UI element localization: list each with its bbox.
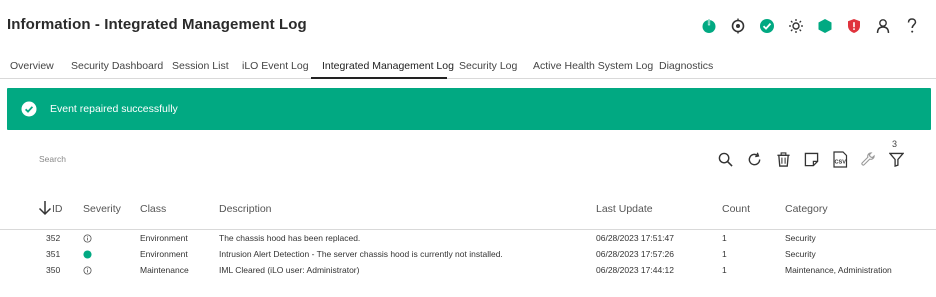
page-header: Information - Integrated Management Log [0, 0, 936, 52]
cell-description: The chassis hood has been replaced. [219, 233, 361, 243]
tab-session-list[interactable]: Session List [172, 60, 229, 72]
hexagon-status-icon[interactable] [811, 14, 839, 38]
banner-message: Event repaired successfully [50, 103, 178, 115]
cell-description: IML Cleared (iLO user: Administrator) [219, 265, 360, 275]
power-icon[interactable] [695, 14, 723, 38]
cell-class: Maintenance [140, 265, 189, 275]
success-banner: Event repaired successfully [7, 88, 931, 130]
severity-informational-icon [83, 234, 92, 243]
column-header-class[interactable]: Class [140, 203, 166, 215]
note-icon[interactable] [802, 150, 820, 168]
tab-bar: Overview Security Dashboard Session List… [0, 53, 936, 79]
search-icon[interactable] [716, 150, 734, 168]
table-row[interactable]: 351 Environment Intrusion Alert Detectio… [0, 247, 936, 263]
tab-overview[interactable]: Overview [10, 60, 54, 72]
cell-count: 1 [722, 233, 727, 243]
cell-id: 352 [46, 233, 61, 243]
brightness-icon[interactable] [782, 14, 810, 38]
cell-category: Security [785, 233, 816, 243]
cell-id: 350 [46, 265, 61, 275]
help-icon[interactable] [898, 14, 926, 38]
page-title: Information - Integrated Management Log [7, 16, 307, 33]
uid-icon[interactable] [724, 14, 752, 38]
repair-wrench-icon[interactable] [859, 150, 877, 168]
cell-description: Intrusion Alert Detection - The server c… [219, 249, 503, 259]
tab-security-log[interactable]: Security Log [459, 60, 517, 72]
severity-informational-icon [83, 266, 92, 275]
cell-class: Environment [140, 233, 188, 243]
column-header-last-update[interactable]: Last Update [596, 203, 653, 215]
user-icon[interactable] [869, 14, 897, 38]
column-header-severity[interactable]: Severity [83, 203, 121, 215]
csv-export-icon[interactable]: CSV [831, 150, 849, 168]
cell-last-update: 06/28/2023 17:44:12 [596, 265, 674, 275]
column-header-count[interactable]: Count [722, 203, 750, 215]
health-ok-icon[interactable] [753, 14, 781, 38]
table-header: ID Severity Class Description Last Updat… [0, 200, 936, 230]
delete-icon[interactable] [774, 150, 792, 168]
filter-icon[interactable] [887, 150, 905, 168]
status-icon-bar [694, 14, 926, 38]
tab-diagnostics[interactable]: Diagnostics [659, 60, 713, 72]
cell-last-update: 06/28/2023 17:57:26 [596, 249, 674, 259]
cell-class: Environment [140, 249, 188, 259]
column-header-id[interactable]: ID [52, 203, 63, 215]
column-header-description[interactable]: Description [219, 203, 272, 215]
tab-active-health-system-log[interactable]: Active Health System Log [533, 60, 653, 72]
active-tab-indicator [311, 77, 447, 79]
cell-category: Security [785, 249, 816, 259]
refresh-icon[interactable] [745, 150, 763, 168]
cell-count: 1 [722, 265, 727, 275]
check-circle-icon [21, 101, 37, 117]
cell-count: 1 [722, 249, 727, 259]
tab-ilo-event-log[interactable]: iLO Event Log [242, 60, 309, 72]
tab-integrated-management-log[interactable]: Integrated Management Log [322, 60, 454, 72]
tab-security-dashboard[interactable]: Security Dashboard [71, 60, 163, 72]
filter-count-badge: 3 [892, 139, 898, 149]
security-shield-icon[interactable] [840, 14, 868, 38]
sort-descending-icon[interactable] [38, 200, 52, 216]
svg-text:CSV: CSV [834, 159, 846, 165]
cell-category: Maintenance, Administration [785, 265, 892, 275]
table-row[interactable]: 352 Environment The chassis hood has bee… [0, 231, 936, 247]
cell-id: 351 [46, 249, 61, 259]
cell-last-update: 06/28/2023 17:51:47 [596, 233, 674, 243]
search-input[interactable] [39, 154, 199, 164]
table-row[interactable]: 350 Maintenance IML Cleared (iLO user: A… [0, 263, 936, 279]
severity-repaired-icon [83, 250, 92, 259]
column-header-category[interactable]: Category [785, 203, 828, 215]
